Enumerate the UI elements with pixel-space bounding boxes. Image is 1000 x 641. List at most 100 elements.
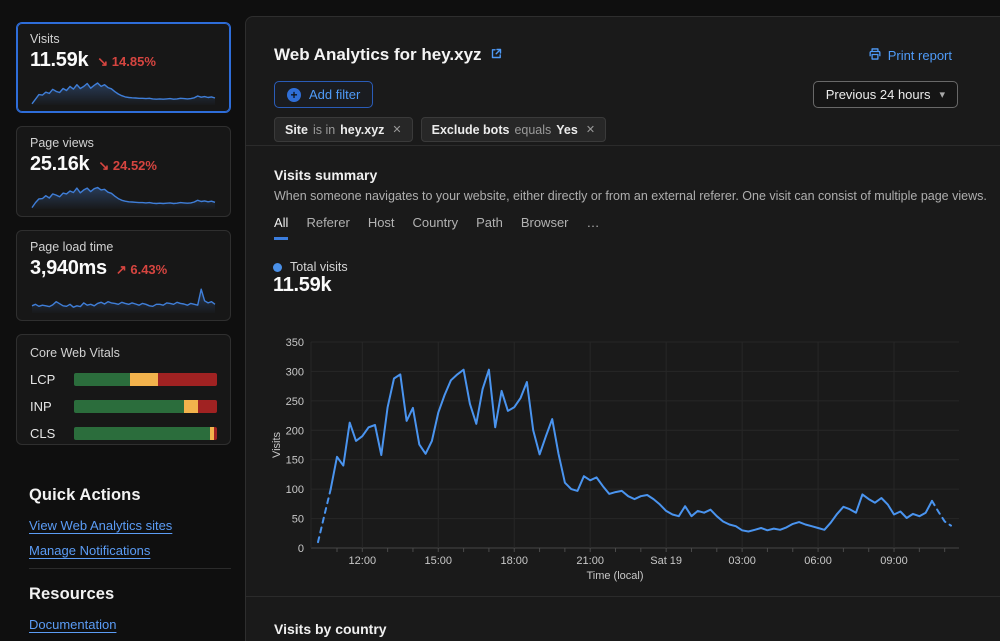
divider [29, 568, 231, 569]
close-icon[interactable]: ✕ [586, 123, 595, 136]
chart-legend: Total visits [273, 260, 348, 274]
summary-tabs: All Referer Host Country Path Browser … [274, 215, 600, 240]
divider [246, 145, 1000, 146]
stat-card-visits[interactable]: Visits 11.59k ↘ 14.85% [16, 22, 231, 113]
tab-more[interactable]: … [587, 215, 600, 240]
close-icon[interactable]: ✕ [392, 123, 401, 136]
filter-value: hey.xyz [340, 122, 385, 137]
add-filter-button[interactable]: + Add filter [274, 81, 374, 108]
svg-text:350: 350 [286, 337, 304, 349]
svg-text:50: 50 [292, 514, 304, 526]
stat-card-title: Page load time [30, 240, 114, 254]
external-link-icon[interactable] [490, 45, 503, 65]
stat-card-value: 25.16k [30, 153, 90, 175]
svg-text:100: 100 [286, 484, 304, 496]
sparkline-chart [31, 82, 216, 105]
sidebar: Visits 11.59k ↘ 14.85% Page views 25.16k ↘ 24… [0, 0, 245, 641]
filter-field: Site [285, 122, 308, 137]
link-documentation[interactable]: Documentation [29, 617, 116, 632]
link-view-web-analytics-sites[interactable]: View Web Analytics sites [29, 518, 172, 533]
stat-card-delta: ↘ 14.85% [97, 54, 156, 69]
cwv-segment-poor [198, 400, 217, 413]
tab-host[interactable]: Host [368, 215, 395, 240]
svg-text:12:00: 12:00 [349, 555, 377, 567]
stat-card-value-row: 11.59k ↘ 14.85% [30, 49, 217, 72]
svg-text:21:00: 21:00 [576, 555, 604, 567]
tab-country[interactable]: Country [413, 215, 459, 240]
core-web-vitals-title: Core Web Vitals [30, 346, 120, 360]
time-range-label: Previous 24 hours [825, 87, 931, 102]
stat-card-page-load-time[interactable]: Page load time 3,940ms ↗ 6.43% [16, 230, 231, 321]
cwv-metric-label: LCP [30, 372, 56, 387]
legend-dot-icon [273, 262, 282, 272]
total-visits-value: 11.59k [273, 274, 332, 296]
tab-browser[interactable]: Browser [521, 215, 569, 240]
cwv-segment-needs_improvement [184, 400, 199, 413]
stat-card-title: Visits [30, 32, 60, 46]
visits-chart: 0 50 100 150 200 250 300 350 12:00 15:00 18:00 21:0… [270, 329, 970, 588]
filter-chip-exclude-bots[interactable]: Exclude bots equals Yes ✕ [420, 117, 607, 142]
chevron-down-icon: ▾ [939, 89, 945, 101]
page-load-time-sparkline [30, 281, 217, 315]
divider [246, 596, 1000, 597]
sparkline-chart [31, 288, 216, 313]
filter-chips: Site is in hey.xyz ✕ Exclude bots equals Yes ✕ [274, 117, 607, 142]
resources-links: Documentation [29, 617, 231, 632]
cwv-metric-label: INP [30, 399, 52, 414]
svg-text:200: 200 [286, 425, 304, 437]
stat-card-value: 11.59k [30, 49, 89, 71]
stat-card-page-views[interactable]: Page views 25.16k ↘ 24.52% [16, 126, 231, 217]
cwv-segment-good [74, 427, 210, 440]
cwv-row-inp: INP [30, 399, 217, 414]
cwv-row-cls: CLS [30, 426, 217, 441]
stat-card-delta: ↗ 6.43% [115, 262, 168, 277]
stat-card-title: Page views [30, 136, 94, 150]
cwv-bar [74, 373, 217, 386]
cwv-row-lcp: LCP [30, 372, 217, 387]
visits-summary-description: When someone navigates to your website, … [274, 189, 987, 203]
svg-text:Sat 19: Sat 19 [650, 555, 682, 567]
page-title: Web Analytics for hey.xyz [274, 45, 503, 65]
filter-operator: equals [514, 122, 552, 137]
main-panel: Web Analytics for hey.xyz Print report +… [245, 16, 1000, 641]
svg-text:03:00: 03:00 [728, 555, 756, 567]
filters-column: + Add filter Site is in hey.xyz ✕ Exclude bo… [274, 81, 607, 142]
svg-text:150: 150 [286, 455, 304, 467]
filter-value: Yes [556, 122, 578, 137]
filter-chip-site[interactable]: Site is in hey.xyz ✕ [274, 117, 413, 142]
tab-all[interactable]: All [274, 215, 289, 240]
cwv-segment-poor [158, 373, 217, 386]
filter-controls-row: + Add filter Site is in hey.xyz ✕ Exclude bo… [274, 81, 958, 142]
page-views-sparkline [30, 177, 217, 211]
svg-text:300: 300 [286, 366, 304, 378]
stat-card-value: 3,940ms [30, 257, 107, 279]
svg-text:Time (local): Time (local) [586, 570, 643, 582]
cwv-bar [74, 427, 217, 440]
core-web-vitals-card: Core Web Vitals LCP INP CLS [16, 334, 231, 445]
svg-text:0: 0 [298, 543, 304, 555]
tab-path[interactable]: Path [476, 215, 503, 240]
svg-text:15:00: 15:00 [425, 555, 453, 567]
sparkline-chart [31, 186, 216, 209]
stat-card-value-row: 3,940ms ↗ 6.43% [30, 257, 217, 280]
stat-card-value-row: 25.16k ↘ 24.52% [30, 153, 217, 176]
tab-referer[interactable]: Referer [306, 215, 349, 240]
print-report-button[interactable]: Print report [868, 47, 952, 64]
svg-text:Visits: Visits [271, 431, 283, 458]
svg-text:250: 250 [286, 396, 304, 408]
page-title-text: Web Analytics for hey.xyz [274, 45, 482, 64]
link-manage-notifications[interactable]: Manage Notifications [29, 543, 150, 558]
time-range-dropdown[interactable]: Previous 24 hours ▾ [812, 81, 958, 108]
stat-cards: Visits 11.59k ↘ 14.85% Page views 25.16k ↘ 24… [16, 22, 231, 458]
cwv-segment-poor [214, 427, 217, 440]
visits-by-country-title: Visits by country [274, 621, 387, 637]
cwv-bar [74, 400, 217, 413]
add-filter-label: Add filter [309, 87, 361, 102]
resources-heading: Resources [29, 585, 115, 603]
cwv-metric-label: CLS [30, 426, 56, 441]
cwv-segment-good [74, 373, 130, 386]
svg-text:06:00: 06:00 [804, 555, 832, 567]
visits-summary-title: Visits summary [274, 167, 378, 183]
plus-circle-icon: + [287, 87, 301, 102]
cwv-segment-needs_improvement [129, 373, 159, 386]
